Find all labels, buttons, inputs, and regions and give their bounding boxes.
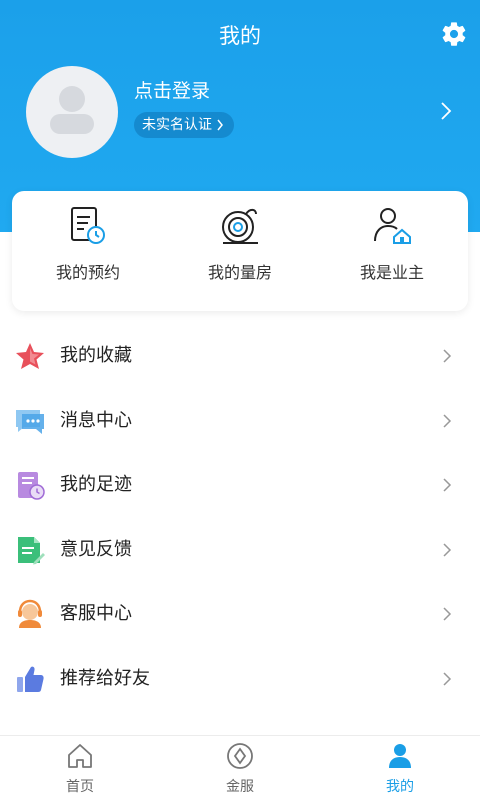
quick-action-label: 我的预约 xyxy=(55,263,120,282)
user-icon xyxy=(389,744,411,768)
chevron-right-icon xyxy=(217,119,223,131)
menu-item-label: 我的足迹 xyxy=(60,474,132,496)
verify-status-badge[interactable]: 未实名认证 xyxy=(134,112,234,138)
quick-actions-card: 我的预约 我的量房 我是业主 xyxy=(12,191,468,311)
appointment-icon xyxy=(71,207,105,244)
tab-label: 金服 xyxy=(226,779,254,795)
message-icon xyxy=(16,409,44,434)
home-icon xyxy=(68,744,92,768)
chevron-right-icon xyxy=(443,672,452,686)
menu-item-footprint[interactable]: 我的足迹 xyxy=(0,453,480,518)
tab-finance[interactable]: 金服 xyxy=(160,736,320,800)
login-link[interactable]: 点击登录 xyxy=(134,78,210,104)
profile-section[interactable]: 点击登录 未实名认证 xyxy=(26,66,466,158)
chevron-right-icon xyxy=(443,607,452,621)
avatar-body-shape xyxy=(50,114,94,134)
avatar-head-shape xyxy=(59,86,85,112)
chevron-right-icon xyxy=(443,414,452,428)
menu-item-feedback[interactable]: 意见反馈 xyxy=(0,518,480,583)
chevron-right-icon xyxy=(443,478,452,492)
menu-list: 我的收藏 消息中心 我的足迹 意见反馈 客服中心 推荐给好友 xyxy=(0,324,480,712)
quick-action-homeowner[interactable]: 我是业主 xyxy=(316,191,468,311)
avatar[interactable] xyxy=(26,66,118,158)
tab-home[interactable]: 首页 xyxy=(0,736,160,800)
bottom-tab-bar: 首页 金服 我的 xyxy=(0,735,480,800)
menu-item-label: 意见反馈 xyxy=(60,538,132,560)
menu-item-recommend[interactable]: 推荐给好友 xyxy=(0,647,480,712)
chevron-right-icon xyxy=(443,349,452,363)
verify-status-label: 未实名认证 xyxy=(142,117,212,133)
menu-item-label: 客服中心 xyxy=(60,603,132,625)
tab-label: 我的 xyxy=(386,779,414,795)
star-icon xyxy=(16,343,44,369)
feedback-icon xyxy=(18,536,45,565)
menu-item-label: 推荐给好友 xyxy=(60,667,150,689)
quick-action-appointment[interactable]: 我的预约 xyxy=(12,191,164,311)
homeowner-icon xyxy=(374,208,411,244)
finance-icon xyxy=(227,743,253,769)
menu-item-customer-service[interactable]: 客服中心 xyxy=(0,582,480,647)
menu-item-favorites[interactable]: 我的收藏 xyxy=(0,324,480,389)
menu-item-label: 消息中心 xyxy=(60,409,132,431)
tab-mine[interactable]: 我的 xyxy=(320,736,480,800)
tab-label: 首页 xyxy=(66,779,94,795)
customer-service-icon xyxy=(18,600,42,629)
quick-action-measure[interactable]: 我的量房 xyxy=(164,191,316,311)
tape-measure-icon xyxy=(222,208,258,244)
quick-action-label: 我的量房 xyxy=(207,263,272,282)
quick-action-label: 我是业主 xyxy=(359,263,424,282)
thumbs-up-icon xyxy=(17,666,44,692)
gear-icon xyxy=(442,22,466,46)
chevron-right-icon xyxy=(443,543,452,557)
settings-button[interactable] xyxy=(440,20,468,48)
menu-item-messages[interactable]: 消息中心 xyxy=(0,389,480,454)
chevron-right-icon xyxy=(441,102,452,120)
menu-item-label: 我的收藏 xyxy=(60,345,132,366)
page-title: 我的 xyxy=(219,24,261,48)
footprint-icon xyxy=(18,472,45,500)
